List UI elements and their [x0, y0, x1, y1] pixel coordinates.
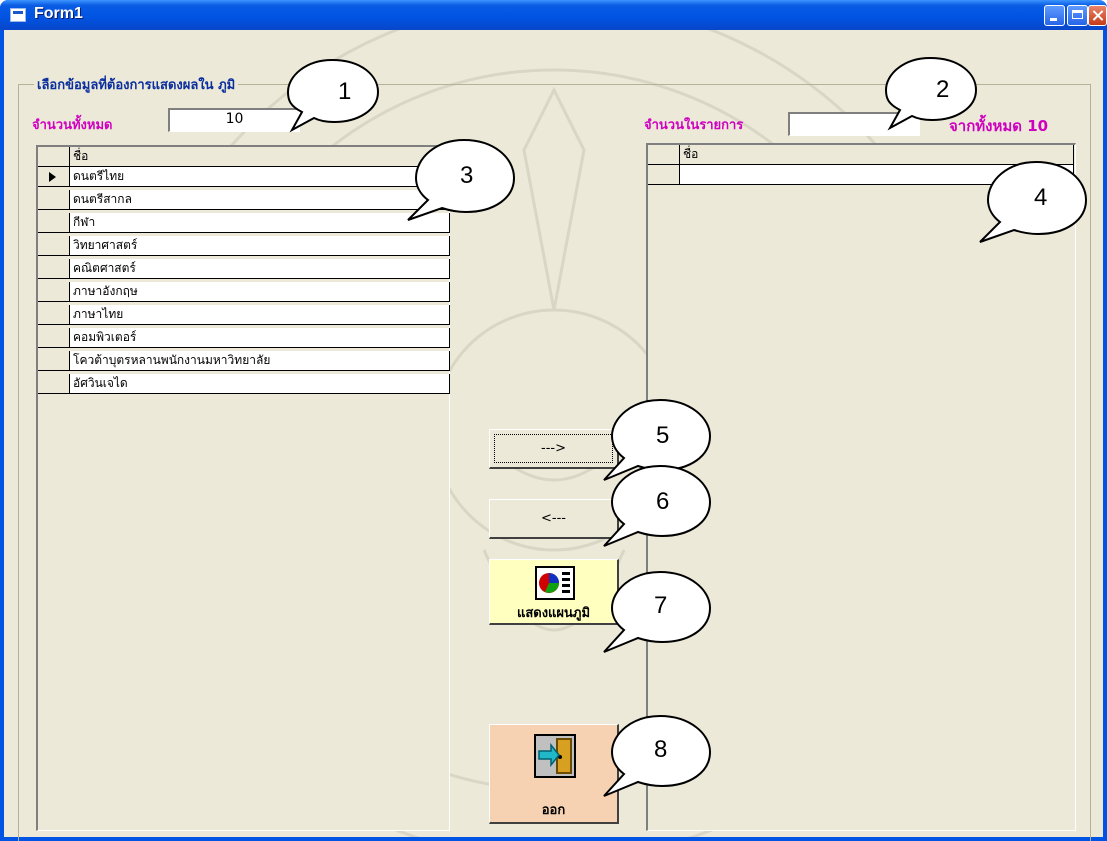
callout-number: 8 — [654, 736, 668, 763]
left-list-grid[interactable]: ชื่อ ดนตรีไทย ดนตรีสากล กีฬา วิทยาศาสตร์… — [36, 145, 450, 831]
callout-number: 2 — [936, 76, 950, 103]
form-icon — [10, 8, 26, 22]
table-cell[interactable]: ดนตรีสากล — [70, 190, 450, 210]
close-button[interactable] — [1088, 5, 1107, 26]
minimize-button[interactable] — [1044, 5, 1065, 26]
callout-4 — [979, 160, 1088, 243]
total-count-label: จำนวนทั้งหมด — [32, 118, 113, 133]
group-caption: เลือกข้อมูลที่ต้องการแสดงผลใน ภูมิ — [34, 74, 239, 95]
grid-column-name[interactable]: ชื่อ — [70, 147, 450, 167]
table-cell[interactable]: คณิตศาสตร์ — [70, 259, 450, 279]
callout-number: 5 — [656, 422, 670, 449]
callout-number: 3 — [460, 162, 474, 189]
table-cell[interactable]: วิทยาศาสตร์ — [70, 236, 450, 256]
exit-label: ออก — [541, 803, 566, 818]
callout-number: 4 — [1034, 184, 1048, 211]
table-cell[interactable]: ภาษาไทย — [70, 305, 450, 325]
table-cell[interactable]: คอมพิวเตอร์ — [70, 328, 450, 348]
current-row-indicator-icon — [49, 172, 56, 182]
table-cell[interactable]: กีฬา — [70, 213, 450, 233]
app-window: Form1 เลือกข้อมูลที่ต้องการแสดงผลใน ภูมิ — [0, 0, 1107, 841]
chart-icon — [535, 566, 575, 600]
callout-6 — [603, 464, 712, 547]
table-cell[interactable]: อัศวินเจได — [70, 374, 450, 394]
table-cell[interactable]: ภาษาอังกฤษ — [70, 282, 450, 302]
callout-1 — [286, 58, 380, 133]
exit-door-icon — [534, 734, 576, 778]
callout-number: 1 — [338, 78, 352, 105]
title-bar[interactable]: Form1 — [0, 0, 1107, 30]
window-title: Form1 — [34, 5, 83, 22]
list-count-label: จำนวนในรายการ — [644, 118, 744, 133]
callout-number: 6 — [656, 488, 670, 515]
table-cell[interactable]: โควต้าบุตรหลานพนักงานมหาวิทยาลัย — [70, 351, 450, 371]
maximize-button[interactable] — [1067, 5, 1088, 26]
table-cell[interactable]: ดนตรีไทย — [70, 167, 450, 187]
form-client-area: เลือกข้อมูลที่ต้องการแสดงผลใน ภูมิ จำนวน… — [4, 30, 1103, 841]
callout-number: 7 — [654, 592, 668, 619]
callout-3 — [407, 138, 516, 221]
callout-2 — [884, 56, 978, 131]
